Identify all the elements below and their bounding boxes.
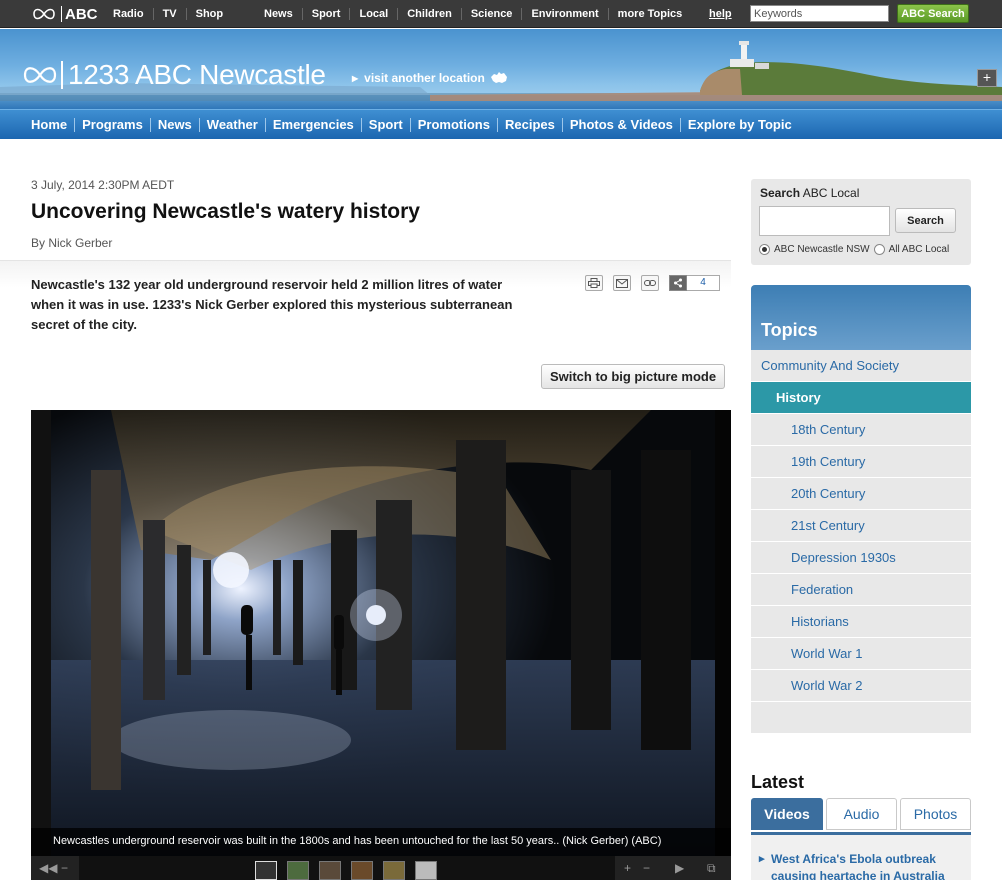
main-nav: Home Programs News Weather Emergencies S… bbox=[0, 109, 1002, 139]
topics-heading: Topics bbox=[751, 285, 971, 350]
radio-all-abc-local-label: All ABC Local bbox=[888, 244, 950, 255]
reservoir-photo[interactable] bbox=[31, 410, 731, 880]
article-byline: By Nick Gerber bbox=[31, 236, 113, 250]
station-banner: 1233 ABC Newcastle ▶ visit another locat… bbox=[0, 29, 1002, 109]
local-search-label: Search ABC Local bbox=[760, 186, 860, 200]
station-divider bbox=[61, 61, 63, 89]
top-link-children[interactable]: Children bbox=[397, 8, 461, 20]
nav-sport[interactable]: Sport bbox=[360, 118, 410, 132]
top-links-topics: News Sport Local Children Science Enviro… bbox=[255, 0, 691, 28]
thumbnail-6[interactable] bbox=[415, 861, 437, 880]
top-link-science[interactable]: Science bbox=[460, 8, 522, 20]
station-logo[interactable]: 1233 ABC Newcastle bbox=[23, 59, 326, 91]
nav-recipes[interactable]: Recipes bbox=[496, 118, 562, 132]
nav-programs[interactable]: Programs bbox=[74, 118, 150, 132]
topic-community-and-society[interactable]: Community And Society bbox=[751, 350, 971, 382]
search-scope: ABC Newcastle NSW All ABC Local bbox=[759, 244, 949, 255]
topic-20th-century[interactable]: 20th Century bbox=[751, 478, 971, 510]
topic-federation[interactable]: Federation bbox=[751, 574, 971, 606]
abc-logo-text: ABC bbox=[65, 5, 98, 23]
share-count: 4 bbox=[687, 275, 720, 291]
share-icon[interactable] bbox=[669, 275, 687, 291]
play-icon[interactable]: ▶ bbox=[675, 861, 684, 875]
article-title: Uncovering Newcastle's watery history bbox=[31, 200, 420, 223]
tab-videos[interactable]: Videos bbox=[751, 798, 823, 830]
photo-caption: Newcastles underground reservoir was bui… bbox=[31, 828, 731, 856]
zoom-out-icon-2[interactable]: − bbox=[643, 861, 650, 875]
latest-list: West Africa's Ebola outbreak causing hea… bbox=[751, 832, 971, 880]
station-name: 1233 ABC Newcastle bbox=[68, 59, 326, 90]
tab-photos[interactable]: Photos bbox=[900, 798, 971, 830]
big-picture-mode-button[interactable]: Switch to big picture mode bbox=[541, 364, 725, 389]
nav-emergencies[interactable]: Emergencies bbox=[264, 118, 361, 132]
topic-world-war-1[interactable]: World War 1 bbox=[751, 638, 971, 670]
zoom-in-icon[interactable]: + bbox=[624, 861, 631, 875]
link-icon[interactable] bbox=[641, 275, 659, 291]
triangle-right-icon: ▶ bbox=[352, 73, 359, 83]
fullscreen-icon[interactable]: ⧉ bbox=[707, 861, 716, 876]
top-link-more-topics[interactable]: more Topics bbox=[607, 8, 692, 20]
top-link-environment[interactable]: Environment bbox=[521, 8, 607, 20]
skip-back-icon[interactable]: ◀◀ bbox=[39, 861, 57, 875]
local-search-input[interactable] bbox=[759, 206, 890, 236]
thumbnail-1[interactable] bbox=[255, 861, 277, 880]
nav-promotions[interactable]: Promotions bbox=[409, 118, 497, 132]
radio-abc-newcastle[interactable] bbox=[759, 244, 770, 255]
abc-lissajous-icon bbox=[33, 8, 55, 20]
thumbnail-strip bbox=[79, 856, 615, 880]
topic-depression-1930s[interactable]: Depression 1930s bbox=[751, 542, 971, 574]
latest-tabs: Videos Audio Photos bbox=[751, 798, 971, 831]
topic-history[interactable]: History bbox=[751, 382, 971, 414]
topics-panel: Topics Community And Society History 18t… bbox=[751, 285, 971, 733]
top-link-sport[interactable]: Sport bbox=[301, 8, 350, 20]
local-search-panel: Search ABC Local Search ABC Newcastle NS… bbox=[751, 179, 971, 265]
nav-photos-videos[interactable]: Photos & Videos bbox=[561, 118, 680, 132]
tab-audio[interactable]: Audio bbox=[826, 798, 897, 830]
latest-item[interactable]: West Africa's Ebola outbreak causing hea… bbox=[759, 851, 959, 880]
nav-weather[interactable]: Weather bbox=[198, 118, 265, 132]
reservoir-photo-image bbox=[31, 410, 731, 880]
article-tools: 4 bbox=[585, 275, 720, 291]
article-date: 3 July, 2014 2:30PM AEDT bbox=[31, 178, 175, 192]
nav-news[interactable]: News bbox=[149, 118, 199, 132]
topic-19th-century[interactable]: 19th Century bbox=[751, 446, 971, 478]
nav-home[interactable]: Home bbox=[24, 118, 74, 132]
top-link-tv[interactable]: TV bbox=[152, 8, 186, 20]
local-search-button[interactable]: Search bbox=[895, 208, 956, 233]
thumbnail-3[interactable] bbox=[319, 861, 341, 880]
abc-lissajous-icon bbox=[23, 67, 57, 83]
nav-explore-by-topic[interactable]: Explore by Topic bbox=[679, 118, 799, 132]
top-link-radio[interactable]: Radio bbox=[104, 8, 153, 20]
topic-21st-century[interactable]: 21st Century bbox=[751, 510, 971, 542]
top-links-left: Radio TV Shop bbox=[104, 0, 232, 28]
topic-historians[interactable]: Historians bbox=[751, 606, 971, 638]
top-link-news[interactable]: News bbox=[255, 8, 302, 20]
photo-filmstrip: ◀◀ − + − ▶ ⧉ bbox=[31, 856, 731, 880]
radio-abc-newcastle-label: ABC Newcastle NSW bbox=[774, 244, 870, 255]
expand-banner-icon[interactable]: + bbox=[977, 69, 997, 87]
visit-another-location-link[interactable]: ▶ visit another location bbox=[352, 71, 508, 85]
thumbnail-2[interactable] bbox=[287, 861, 309, 880]
abc-search-button[interactable]: ABC Search bbox=[897, 4, 969, 23]
abc-logo[interactable]: ABC bbox=[32, 5, 98, 23]
print-icon[interactable] bbox=[585, 275, 603, 291]
latest-heading: Latest bbox=[751, 772, 805, 792]
article-summary: Newcastle's 132 year old underground res… bbox=[31, 277, 513, 332]
top-link-shop[interactable]: Shop bbox=[185, 8, 233, 20]
thumbnail-5[interactable] bbox=[383, 861, 405, 880]
logo-divider bbox=[61, 6, 62, 22]
global-top-bar: ABC Radio TV Shop News Sport Local Child… bbox=[0, 0, 1002, 28]
visit-link-text: visit another location bbox=[364, 71, 485, 85]
topic-18th-century[interactable]: 18th Century bbox=[751, 414, 971, 446]
thumbnail-4[interactable] bbox=[351, 861, 373, 880]
australia-map-icon bbox=[490, 72, 507, 83]
topic-world-war-2[interactable]: World War 2 bbox=[751, 670, 971, 702]
radio-all-abc-local[interactable] bbox=[873, 244, 885, 255]
top-link-local[interactable]: Local bbox=[349, 8, 397, 20]
help-link[interactable]: help bbox=[709, 8, 732, 20]
email-icon[interactable] bbox=[613, 275, 631, 291]
zoom-out-icon[interactable]: − bbox=[61, 861, 68, 875]
keywords-input[interactable] bbox=[750, 5, 889, 22]
